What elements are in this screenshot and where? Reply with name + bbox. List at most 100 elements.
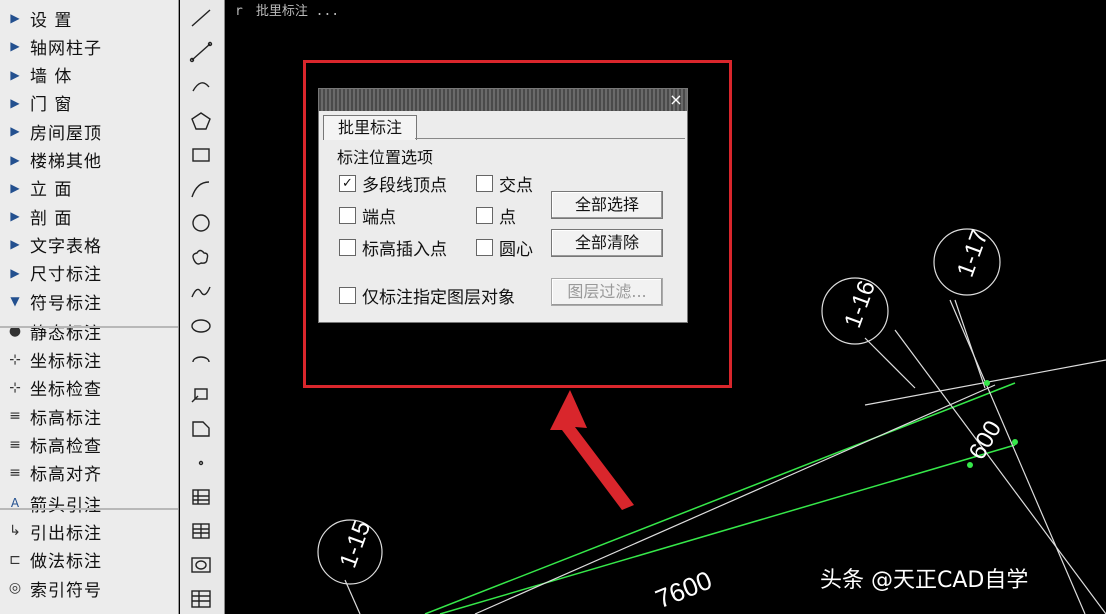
menu-item[interactable]: ▶ 剖 面 (0, 202, 178, 230)
ellipse-tool-icon[interactable] (185, 312, 217, 340)
method-icon: ⊏ (9, 551, 21, 568)
option-layer-only[interactable]: 仅标注指定图层对象 (339, 283, 515, 308)
checkbox-icon[interactable] (339, 287, 356, 304)
bubble-label: 1-17 (952, 226, 994, 280)
grid-node (967, 462, 973, 468)
menu-item-label: 静态标注 (30, 323, 102, 344)
menu-item[interactable]: ⊏ 做法标注 (0, 546, 178, 574)
menu-item-label: 剖 面 (30, 208, 73, 229)
menu-item-label: 标高对齐 (30, 465, 102, 486)
line-tool-icon[interactable] (185, 4, 217, 32)
option-label: 圆心 (499, 240, 533, 260)
clear-all-button[interactable]: 全部清除 (551, 229, 663, 257)
option-intersection[interactable]: 交点 (476, 171, 533, 196)
dialog-titlebar[interactable]: × (319, 89, 687, 111)
hatch-icon[interactable] (185, 483, 217, 511)
menu-item[interactable]: ▶ 墙 体 (0, 61, 178, 89)
option-polyline-vertex[interactable]: ✓ 多段线顶点 (339, 171, 447, 196)
menu-separator (0, 508, 178, 510)
tab-batch-annotate[interactable]: 批里标注 (323, 115, 417, 140)
checkbox-icon[interactable] (476, 239, 493, 256)
menu-item[interactable]: ▶ 房间屋顶 (0, 117, 178, 145)
menu-item[interactable]: ≡ 标高标注 (0, 402, 178, 430)
coord-icon: ⊹ (9, 351, 21, 368)
coord-check-icon: ⊹ (9, 379, 21, 396)
cloud-tool-icon[interactable] (185, 243, 217, 271)
checkbox-icon[interactable] (339, 207, 356, 224)
option-label: 多段线顶点 (362, 176, 447, 196)
point-icon[interactable] (185, 449, 217, 477)
option-endpoint[interactable]: 端点 (339, 203, 396, 228)
menu-item[interactable]: ▶ 楼梯其他 (0, 146, 178, 174)
menu-item[interactable]: ◎ 索引符号 (0, 574, 178, 602)
menu-item-label: 立 面 (30, 180, 73, 201)
wave-tool-icon[interactable] (185, 278, 217, 306)
leader-line (864, 337, 916, 389)
menu-item[interactable]: ▶ 设 置 (0, 4, 178, 32)
option-elevation-insert[interactable]: 标高插入点 (339, 235, 447, 260)
menu-item[interactable]: ▶ 门 窗 (0, 89, 178, 117)
option-label: 交点 (499, 176, 533, 196)
menu-item[interactable]: ▼ 符号标注 (0, 287, 178, 315)
rectangle-tool-icon[interactable] (185, 141, 217, 169)
circle-tool-icon[interactable] (185, 209, 217, 237)
checkbox-icon[interactable] (476, 207, 493, 224)
menu-item-label: 坐标标注 (30, 352, 102, 373)
menu-item[interactable]: ▶ 文字表格 (0, 230, 178, 258)
layer-filter-button[interactable]: 图层过滤... (551, 278, 663, 306)
menu-item-label: 房间屋顶 (30, 123, 102, 144)
menu-item-label: 箭头引注 (30, 495, 102, 516)
menu-item[interactable]: ▶ 轴网柱子 (0, 32, 178, 60)
close-button[interactable]: × (667, 91, 685, 109)
menu-item-label: 轴网柱子 (30, 38, 102, 59)
leader-line (344, 579, 361, 614)
chevron-right-icon: ▶ (10, 39, 20, 54)
elevation-icon: ≡ (9, 408, 21, 425)
menu-item[interactable]: ≡ 标高检查 (0, 431, 178, 459)
menu-item[interactable]: A 箭头引注 (0, 489, 178, 517)
watermark: 头条 @天正CAD自学 (820, 568, 1029, 593)
menu-separator (0, 326, 178, 328)
menu-item[interactable]: ● 静态标注 (0, 317, 178, 345)
menu-item[interactable]: ▶ 立 面 (0, 174, 178, 202)
polygon-tool-icon[interactable] (185, 107, 217, 135)
region-icon[interactable] (185, 551, 217, 579)
menu-item-label: 楼梯其他 (30, 152, 102, 172)
grid-node (1012, 439, 1018, 445)
menu-item-label: 符号标注 (30, 293, 102, 314)
dim-text: 7600 (651, 565, 716, 614)
checkbox-icon[interactable] (339, 239, 356, 256)
leader-icon: ↳ (9, 523, 21, 540)
table-icon[interactable] (185, 585, 217, 613)
checkbox-icon[interactable]: ✓ (339, 175, 356, 192)
make-block-icon[interactable] (185, 414, 217, 442)
chevron-right-icon: ▶ (10, 180, 20, 195)
index-icon: ◎ (8, 580, 22, 596)
chevron-right-icon: ▶ (10, 209, 20, 224)
checkbox-icon[interactable] (476, 175, 493, 192)
arc-tool-icon[interactable] (185, 72, 217, 100)
bubble-label: 1-15 (335, 517, 377, 571)
option-center[interactable]: 圆心 (476, 235, 533, 260)
select-all-button[interactable]: 全部选择 (551, 191, 663, 219)
option-label: 标高插入点 (362, 240, 447, 260)
bubble-label: 1-16 (839, 277, 881, 331)
hatch-edit-icon[interactable] (185, 517, 217, 545)
option-label: 端点 (362, 208, 396, 228)
menu-item[interactable]: ≡ 标高对齐 (0, 459, 178, 487)
insert-block-icon[interactable] (185, 380, 217, 408)
menu-item[interactable]: ⊹ 坐标标注 (0, 346, 178, 374)
option-point[interactable]: 点 (476, 203, 516, 228)
menu-item[interactable]: ⊹ 坐标检查 (0, 374, 178, 402)
spline-tool-icon[interactable] (185, 175, 217, 203)
menu-item[interactable]: ↳ 引出标注 (0, 517, 178, 545)
polyline-tool-icon[interactable] (185, 38, 217, 66)
ellipse-arc-tool-icon[interactable] (185, 346, 217, 374)
menu-item-label: 索引符号 (30, 580, 102, 601)
tab-divider (415, 138, 685, 139)
dim-text: 600 (964, 416, 1007, 464)
elevation-align-icon: ≡ (9, 464, 21, 481)
menu-item-label: 墙 体 (30, 67, 73, 88)
menu-item-label: 做法标注 (30, 552, 102, 573)
menu-item[interactable]: ▶ 尺寸标注 (0, 259, 178, 287)
